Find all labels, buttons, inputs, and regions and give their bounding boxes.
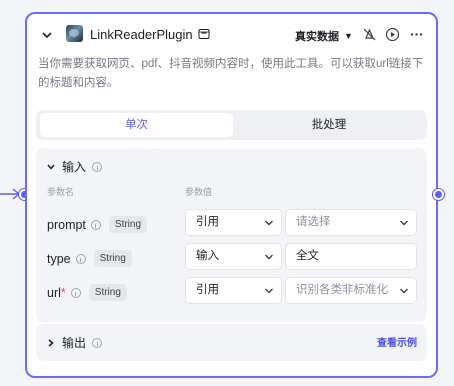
chevron-down-icon: [265, 288, 273, 294]
node-header: LinkReaderPlugin 真实数据 ▼: [27, 14, 436, 58]
source-select[interactable]: 输入: [185, 243, 282, 270]
input-section-title: 输入: [62, 160, 87, 174]
data-mode-label: 真实数据: [295, 31, 339, 43]
type-tag: String: [93, 250, 132, 267]
info-icon[interactable]: [90, 219, 101, 230]
chevron-down-icon: [265, 254, 273, 260]
param-row-url: url* String 引用 识别各类非标准化: [36, 277, 427, 305]
type-tag: String: [108, 216, 148, 233]
info-icon[interactable]: [70, 287, 81, 298]
required-asterisk: *: [60, 285, 66, 300]
source-select[interactable]: 引用: [185, 277, 282, 304]
source-select-value: 输入: [196, 250, 219, 262]
chevron-down-icon: [400, 220, 408, 226]
tab-batch[interactable]: 批处理: [234, 113, 424, 137]
data-mode-select[interactable]: 真实数据 ▼: [295, 28, 353, 44]
source-select[interactable]: 引用: [185, 209, 282, 236]
chevron-down-icon: [265, 220, 273, 226]
plugin-node-card[interactable]: LinkReaderPlugin 真实数据 ▼ 当你需要获取网页、pdf、抖音视…: [25, 12, 438, 378]
output-section-title: 输出: [62, 336, 87, 350]
input-section-header[interactable]: 输入: [46, 158, 103, 175]
input-section: 输入 参数名 参数值 prompt String 引用 请选择 type Str…: [36, 148, 427, 322]
plugin-info-icon[interactable]: [198, 28, 210, 40]
param-row-type: type String 输入 全文: [36, 243, 427, 271]
source-select-value: 引用: [196, 216, 219, 228]
value-input-text: 全文: [296, 250, 319, 262]
view-example-link[interactable]: 查看示例: [377, 334, 417, 349]
type-tag: String: [88, 284, 127, 301]
info-icon[interactable]: [92, 161, 103, 172]
more-icon[interactable]: [409, 27, 424, 42]
chevron-down-icon[interactable]: [40, 28, 54, 42]
chevron-right-icon[interactable]: [46, 338, 56, 348]
node-description: 当你需要获取网页、pdf、抖音视频内容时，使用此工具。可以获取url链接下的标题…: [38, 58, 424, 89]
value-select-placeholder: 请选择: [296, 216, 331, 228]
param-name-text: url: [47, 285, 61, 300]
plugin-logo: [66, 25, 83, 42]
node-title: LinkReaderPlugin: [90, 27, 193, 42]
param-row-prompt: prompt String 引用 请选择: [36, 209, 427, 237]
info-icon[interactable]: [75, 253, 86, 264]
play-icon[interactable]: [385, 27, 400, 42]
chevron-down-icon[interactable]: [46, 162, 56, 172]
caret-down-icon: ▼: [344, 31, 353, 41]
value-input[interactable]: 全文: [285, 243, 417, 270]
value-select-placeholder: 识别各类非标准化: [296, 284, 388, 296]
value-select[interactable]: 识别各类非标准化: [285, 277, 417, 304]
tab-single[interactable]: 单次: [40, 113, 233, 137]
param-name: url*: [47, 286, 66, 300]
run-mode-tabs: 单次 批处理: [36, 110, 427, 140]
param-name: prompt: [47, 217, 86, 232]
info-icon[interactable]: [92, 337, 103, 348]
column-header-param-value: 参数值: [185, 187, 213, 197]
column-header-param-name: 参数名: [47, 187, 75, 197]
source-select-value: 引用: [196, 284, 219, 296]
bug-off-icon[interactable]: [362, 27, 377, 42]
output-section-header[interactable]: 输出: [46, 334, 103, 351]
chevron-down-icon: [400, 288, 408, 294]
param-name: type: [47, 251, 71, 266]
output-section: 输出 查看示例: [36, 324, 427, 361]
output-port[interactable]: [433, 189, 444, 200]
value-select[interactable]: 请选择: [285, 209, 417, 236]
